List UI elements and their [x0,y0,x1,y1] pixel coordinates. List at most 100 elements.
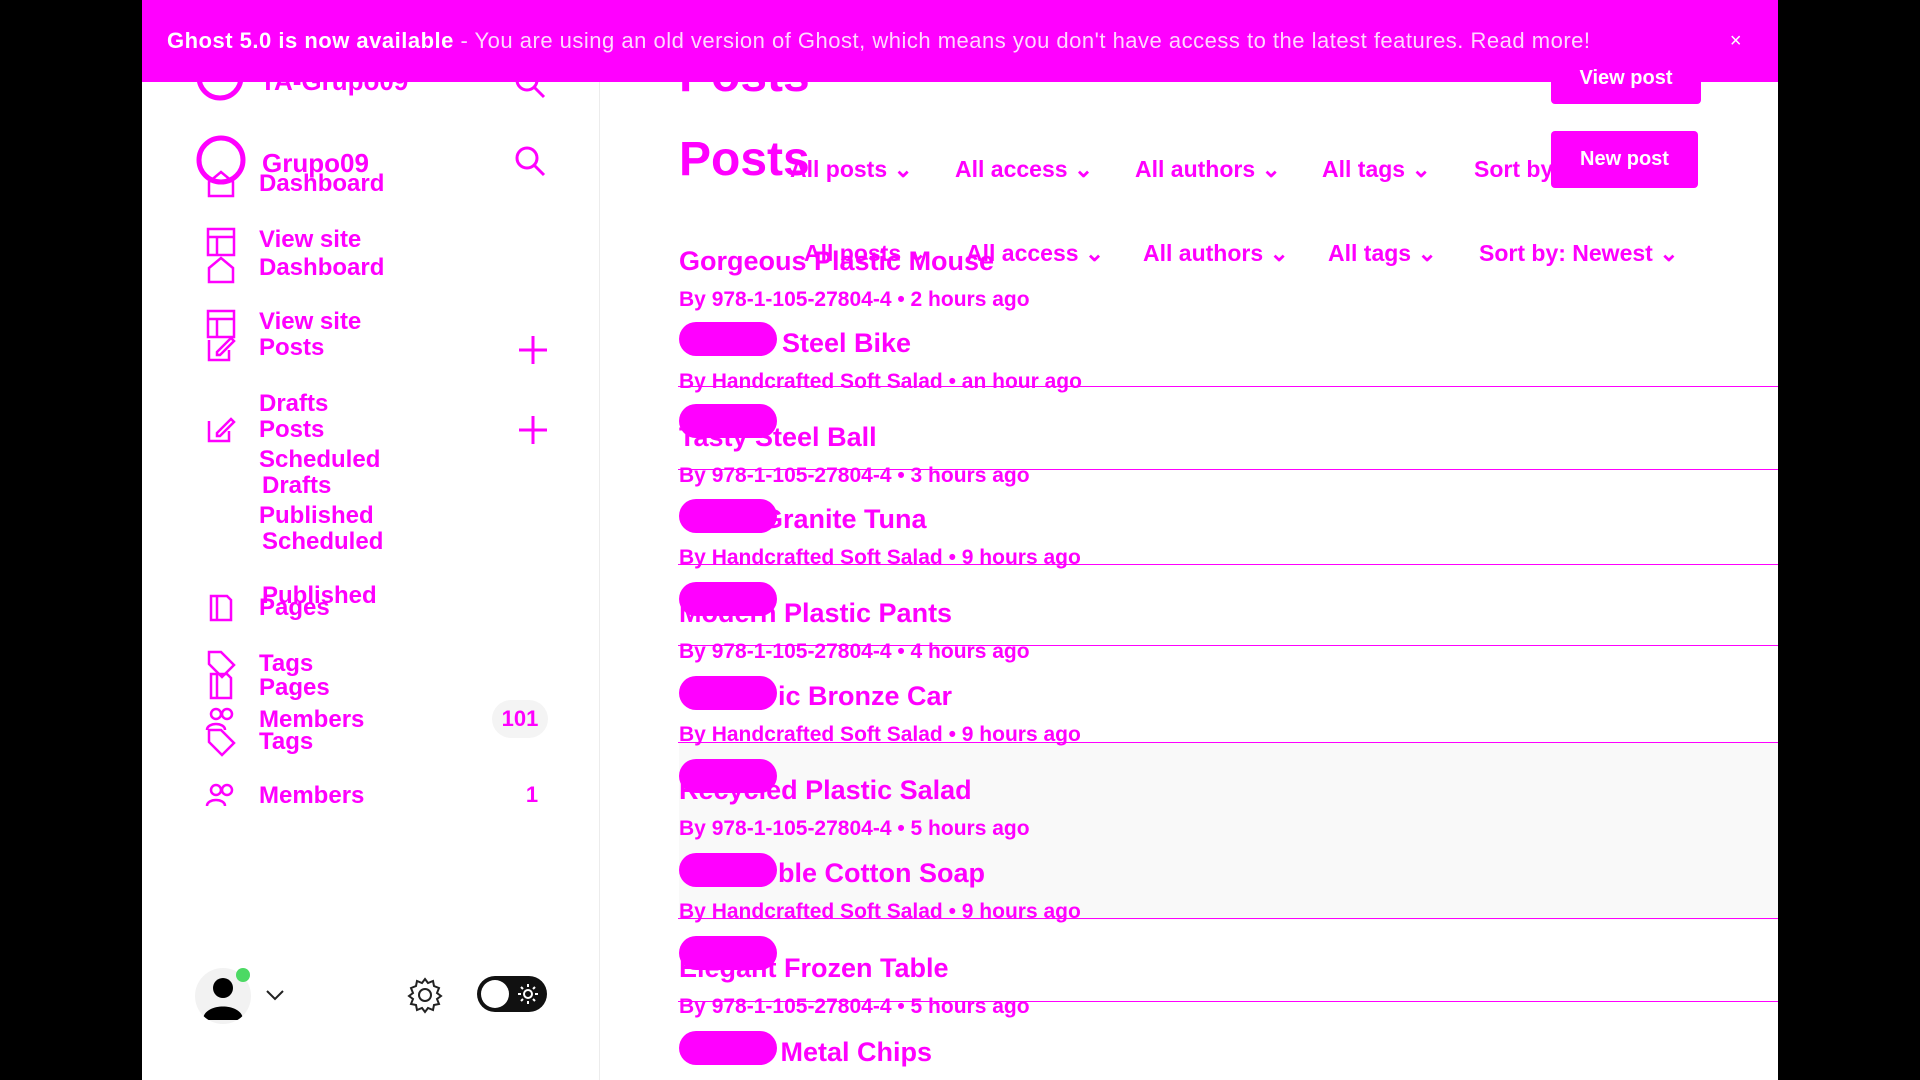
post-time: 4 hours ago [910,640,1030,663]
online-status-dot [236,968,250,982]
filter-sort-ghost: Sort by [1474,156,1554,182]
nav-dashboard-ghost: Dashboard [259,170,385,197]
post-author: 978-1-105-27804-4 [711,464,892,487]
nav-drafts-ghost: Drafts [259,390,329,417]
filter-tags-label: All tags [1328,240,1412,266]
filter-sort[interactable]: Sort by: Newest ⌄ [1479,240,1679,267]
filter-type-ghost-label: All posts [790,156,888,182]
post-title[interactable]: Granite Tuna [762,504,927,535]
post-time: 5 hours ago [910,817,1030,840]
nav-scheduled-ghost: Scheduled [259,446,381,473]
page-title-ghost: Posts [679,49,810,102]
post-author: 978-1-105-27804-4 [711,640,892,663]
post-meta: By Handcrafted Soft Salad • 9 hours ago [679,546,1081,569]
post-meta: By 978-1-105-27804-4 • 4 hours ago [679,640,1030,663]
post-title[interactable]: c Metal Chips [758,1037,932,1068]
post-meta-by: By [679,370,706,393]
admin-app: Ghost 5.0 is now available - You are usi… [142,0,1778,1080]
banner-message: - You are using an old version of Ghost,… [453,28,1464,53]
filter-tags-ghost-label: All tags [1322,156,1406,182]
post-title[interactable]: Elegant Frozen Table [679,953,949,984]
status-badge [679,853,777,887]
nav-scheduled[interactable]: Scheduled [262,528,383,556]
post-meta-by: By [679,640,706,663]
post-title[interactable]: ic Bronze Car [778,681,952,712]
nav-pages-ghost: Pages [259,594,330,621]
view-post-button-ghost: View post [1551,52,1701,104]
post-time: 9 hours ago [961,546,1081,569]
plus-icon-ghost [519,336,547,364]
filter-access-ghost-label: All access [955,156,1068,182]
new-post-button[interactable]: New post [1551,131,1698,188]
filter-authors-ghost: All authors ⌄ [1135,156,1281,182]
post-meta-by: By [679,546,706,569]
post-meta: By 978-1-105-27804-4 • 2 hours ago [679,288,1030,311]
post-author: Handcrafted Soft Salad [711,723,943,746]
post-meta: By Handcrafted Soft Salad • 9 hours ago [679,900,1081,923]
filter-tags-ghost: All tags ⌄ [1322,156,1431,182]
theme-toggle[interactable] [477,976,547,1012]
post-title[interactable]: Gorgeous Plastic Mouse [679,246,994,277]
banner-close-button[interactable]: × [1730,0,1742,82]
post-title[interactable]: Modern Plastic Pants [679,598,952,629]
site-logo-ghost-icon [196,53,244,101]
members-count-badge: 1 [525,782,539,807]
post-meta-by: By [679,723,706,746]
post-author: Handcrafted Soft Salad [711,900,943,923]
nav-tags[interactable]: Tags [259,728,313,756]
nav-published-ghost: Published [259,502,374,529]
status-badge [679,322,777,356]
post-title[interactable]: Recycled Plastic Salad [679,775,972,806]
gear-icon[interactable] [406,976,444,1014]
nav-pages[interactable]: Pages [259,674,330,702]
members-count-badge-ghost: 101 [492,700,548,738]
edit-icon [207,417,236,443]
home-icon-ghost [207,170,235,198]
filter-type-ghost: All posts ⌄ [790,156,913,182]
toggle-knob [481,980,509,1008]
post-meta-by: By [679,817,706,840]
post-time: 2 hours ago [910,288,1030,311]
members-icon [205,783,234,807]
post-meta: By Handcrafted Soft Salad • 9 hours ago [679,723,1081,746]
nav-members[interactable]: Members [259,782,364,810]
post-meta: By Handcrafted Soft Salad • an hour ago [679,370,1082,393]
filter-authors-ghost-label: All authors [1135,156,1256,182]
banner-read-more-link[interactable]: Read more! [1471,28,1591,53]
post-author: Handcrafted Soft Salad [711,370,943,393]
tag-icon [207,728,236,757]
post-meta: By 978-1-105-27804-4 • 5 hours ago [679,817,1030,840]
page-icon [209,672,233,700]
post-author: Handcrafted Soft Salad [711,546,943,569]
post-author: 978-1-105-27804-4 [711,995,892,1018]
sun-icon [518,984,538,1004]
post-meta: By 978-1-105-27804-4 • 3 hours ago [679,464,1030,487]
post-time: 9 hours ago [961,900,1081,923]
nav-dashboard[interactable]: Dashboard [259,254,384,282]
nav-posts[interactable]: Posts [259,416,324,444]
post-title[interactable]: Tasty Steel Ball [679,422,877,453]
post-title[interactable]: ble Cotton Soap [778,858,985,889]
post-meta-by: By [679,288,706,311]
site-name-ghost: TA-Grupo09 [260,66,409,96]
new-post-plus-icon[interactable] [517,414,549,446]
post-meta: By 978-1-105-27804-4 • 5 hours ago [679,995,1030,1018]
post-meta-by: By [679,900,706,923]
post-time: 5 hours ago [910,995,1030,1018]
post-time: 3 hours ago [910,464,1030,487]
edit-icon-ghost [207,336,236,362]
filter-authors-label: All authors [1143,240,1264,266]
post-title[interactable]: Steel Bike [782,328,911,359]
page-icon-ghost [209,594,233,622]
filter-sort-label: Sort by: Newest [1479,240,1653,266]
post-author: 978-1-105-27804-4 [711,288,892,311]
post-time: an hour ago [961,370,1082,393]
nav-drafts[interactable]: Drafts [262,472,331,500]
search-icon[interactable] [513,144,547,178]
filter-authors[interactable]: All authors ⌄ [1143,240,1289,267]
nav-view-site[interactable]: View site [259,308,361,336]
search-icon-ghost [515,68,546,99]
filter-tags[interactable]: All tags ⌄ [1328,240,1437,267]
filter-access-ghost: All access ⌄ [955,156,1094,182]
chevron-down-icon[interactable] [264,984,286,1006]
